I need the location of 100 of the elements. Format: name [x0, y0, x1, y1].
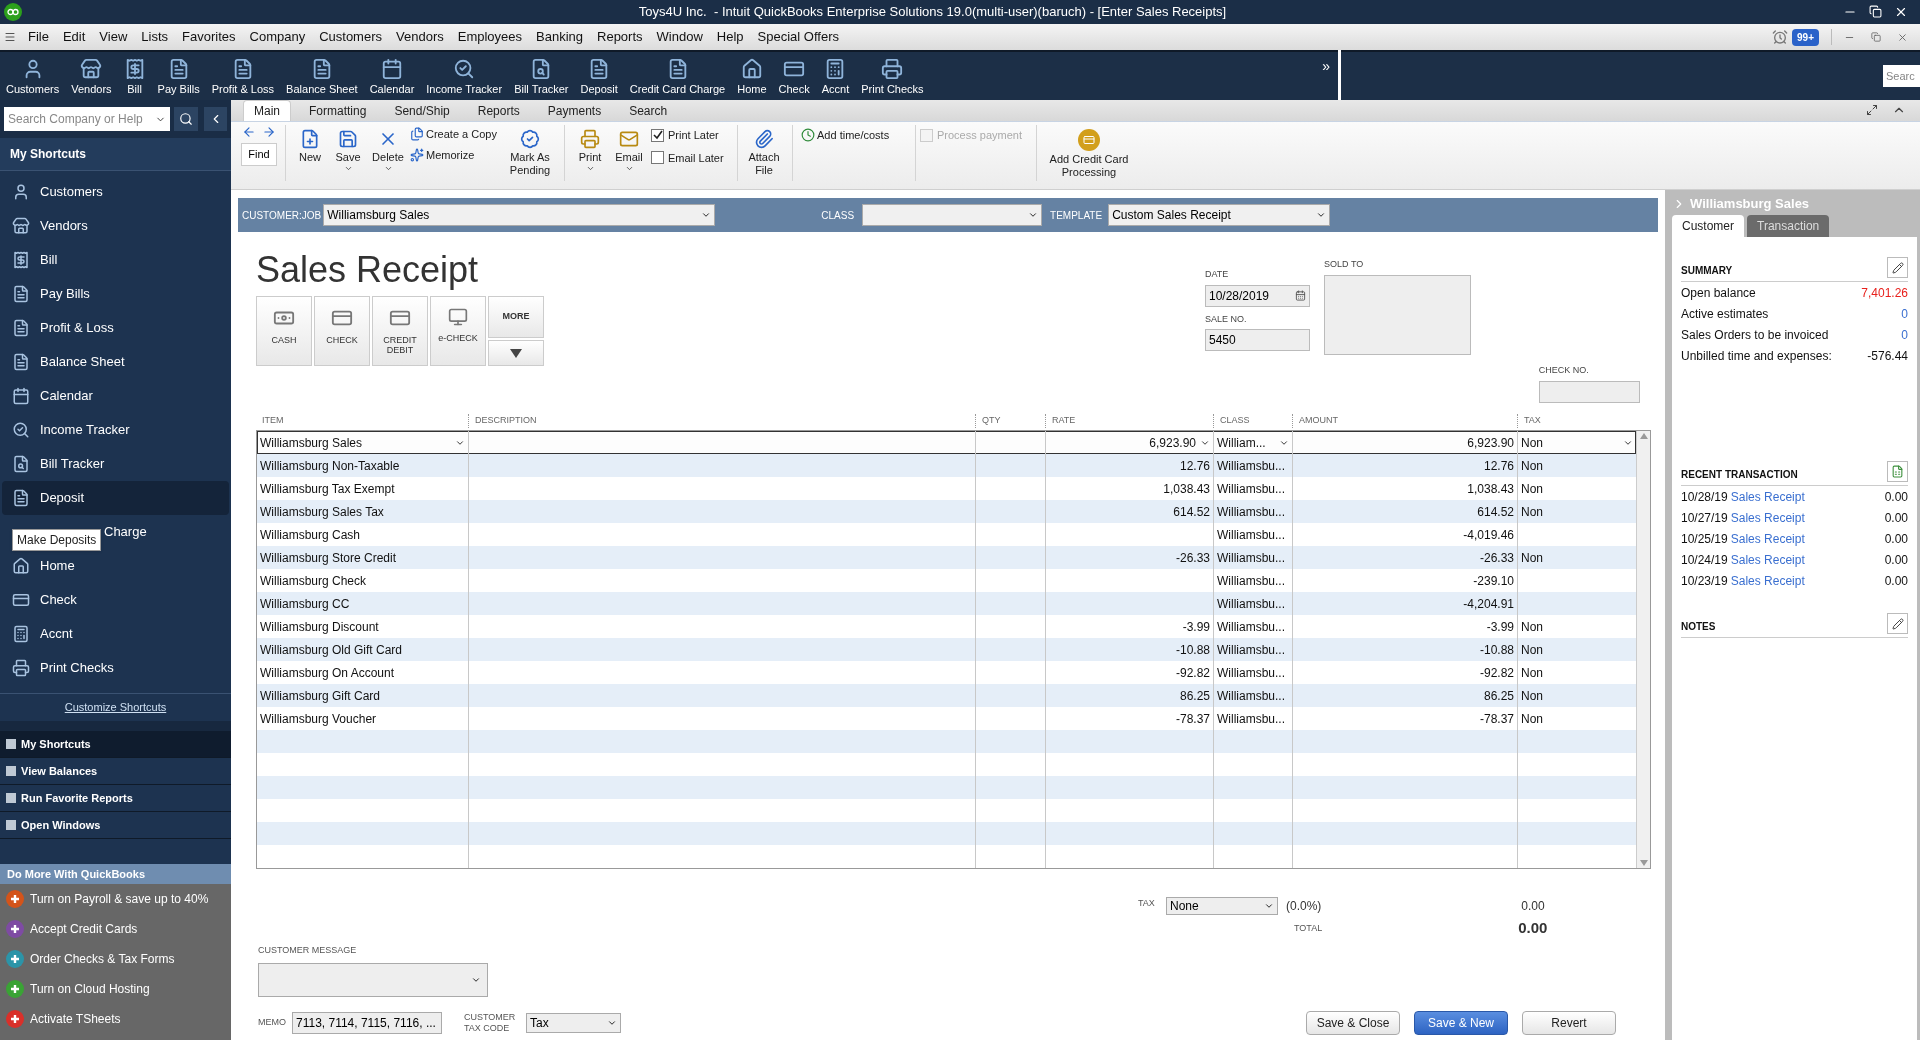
table-row[interactable]: Williamsburg Sales Tax 614.52 Williamsbu... 614.52 Non [257, 500, 1636, 523]
checkbox[interactable] [651, 128, 664, 142]
toolbar-button[interactable]: Customers [6, 58, 60, 96]
table-row[interactable]: Williamsburg Store Credit -26.33 Williamsbu... -26.33 Non [257, 546, 1636, 569]
action-button[interactable]: Revert [1522, 1011, 1616, 1035]
transaction-link[interactable]: Sales Receipt [1730, 571, 1805, 590]
menu-item[interactable]: Favorites [182, 27, 236, 47]
ribbon-button[interactable]: Attach File [744, 125, 784, 177]
sidebar-item[interactable]: Vendors [2, 209, 229, 243]
menu-item[interactable]: Special Offers [757, 27, 839, 47]
menu-item[interactable]: Edit [62, 27, 86, 47]
sidebar-item[interactable]: Deposit [2, 481, 229, 515]
expand-icon[interactable] [1866, 104, 1878, 116]
sidebar-item[interactable]: Make Deposits Charge [2, 515, 229, 549]
menu-icon[interactable] [4, 31, 16, 43]
transaction-link[interactable]: Sales Receipt [1730, 487, 1805, 506]
table-row[interactable]: Williamsburg Gift Card 86.25 Williamsbu... 86.25 Non [257, 684, 1636, 707]
menu-item[interactable]: Company [249, 27, 306, 47]
ribbon-button[interactable]: Delete [366, 125, 410, 173]
ribbon-tab[interactable]: Search [619, 100, 678, 121]
sidebar-item[interactable]: Balance Sheet [2, 345, 229, 379]
search-field[interactable]: Search Company or Help [4, 107, 170, 131]
collapse-button[interactable] [204, 107, 227, 131]
memorize-button[interactable]: Memorize [410, 146, 504, 163]
ribbon-tab[interactable]: Send/Ship [384, 100, 460, 121]
reminders-badge[interactable]: 99+ [1792, 28, 1819, 46]
ribbon-tab[interactable]: Main [243, 100, 291, 121]
payment-method-button[interactable]: CASH [256, 296, 312, 366]
ribbon-tab[interactable]: Reports [467, 100, 530, 121]
sidebar-item[interactable]: Customers [2, 175, 229, 209]
summary-value[interactable]: 0 [1901, 304, 1908, 323]
edit-button[interactable] [1887, 257, 1908, 278]
add-time-costs-button[interactable]: Add time/costs [801, 125, 911, 144]
tax-code-dropdown[interactable]: Tax [526, 1013, 621, 1033]
more-dropdown-button[interactable] [488, 340, 544, 366]
ribbon-button[interactable]: New [290, 125, 330, 164]
scroll-up-arrow-icon[interactable] [1639, 433, 1648, 439]
alarm-clock-icon[interactable] [1772, 29, 1789, 45]
close-icon[interactable] [1894, 5, 1908, 19]
sidebar-section[interactable]: My Shortcuts [0, 731, 231, 758]
sidebar-item[interactable]: Home [2, 549, 229, 583]
scroll-down-arrow-icon[interactable] [1639, 860, 1648, 866]
payment-method-button[interactable]: CHECK [314, 296, 370, 366]
menu-item[interactable]: Employees [457, 27, 523, 47]
search-button[interactable] [174, 107, 199, 131]
menu-item[interactable]: Reports [597, 27, 643, 47]
toolbar-button[interactable]: Pay Bills [157, 58, 200, 96]
more-chevron[interactable]: » [1322, 56, 1330, 77]
menu-item[interactable]: Vendors [396, 27, 444, 47]
memo-field[interactable]: 7113, 7114, 7115, 7116, ... [292, 1012, 442, 1034]
restore-icon[interactable] [1869, 5, 1882, 18]
template-dropdown[interactable]: Custom Sales Receipt [1108, 204, 1331, 226]
transaction-link[interactable]: Sales Receipt [1730, 550, 1805, 569]
sidebar-item[interactable]: Profit & Loss [2, 311, 229, 345]
toolbar-button[interactable]: Income Tracker [426, 58, 503, 96]
transaction-link[interactable]: Sales Receipt [1730, 529, 1805, 548]
search-field[interactable]: Searc [1883, 65, 1920, 87]
sales-tax-rate-dropdown[interactable]: None [1166, 897, 1278, 915]
find-button[interactable]: Find [241, 143, 277, 166]
promo-item[interactable]: Turn on Cloud Hosting [0, 974, 231, 1004]
table-row[interactable]: Williamsburg Sales 6,923.90 William... 6,923.90 Non [257, 431, 1636, 454]
toolbar-button[interactable]: Vendors [71, 58, 112, 96]
menu-item[interactable]: Customers [319, 27, 382, 47]
ribbon-button[interactable]: Add Credit Card Processing [1041, 125, 1137, 179]
sidebar-item[interactable]: Accnt [2, 617, 229, 651]
table-row[interactable]: Williamsburg CC Williamsbu... -4,204.91 [257, 592, 1636, 615]
ribbon-tab[interactable]: Payments [537, 100, 612, 121]
toolbar-button[interactable]: Accnt [821, 58, 850, 96]
menu-item[interactable]: View [99, 27, 128, 47]
checkbox[interactable] [651, 151, 664, 165]
action-button[interactable]: Save & New [1414, 1011, 1508, 1035]
sidebar-item[interactable]: Bill Tracker [2, 447, 229, 481]
toolbar-button[interactable]: Balance Sheet [286, 58, 358, 96]
sold-to-field[interactable] [1324, 274, 1471, 355]
payment-method-button[interactable]: e-CHECK [430, 296, 486, 366]
toolbar-button[interactable]: Credit Card Charge [629, 58, 726, 96]
more-button[interactable]: MORE [488, 296, 544, 338]
ribbon-tab[interactable]: Formatting [299, 100, 377, 121]
menu-item[interactable]: Banking [536, 27, 583, 47]
customer-job-dropdown[interactable]: Williamsburg Sales [323, 204, 716, 226]
action-button[interactable]: Save & Close [1306, 1011, 1400, 1035]
scrollbar[interactable] [1636, 431, 1650, 868]
panel-tab[interactable]: Transaction [1747, 215, 1830, 237]
report-button[interactable] [1887, 461, 1908, 482]
toolbar-button[interactable]: Bill [123, 58, 146, 96]
payment-method-button[interactable]: CREDIT DEBIT [372, 296, 428, 366]
promo-item[interactable]: Order Checks & Tax Forms [0, 944, 231, 974]
customize-shortcuts-link[interactable]: Customize Shortcuts [64, 699, 167, 716]
ribbon-button[interactable]: Print [573, 125, 607, 173]
toolbar-button[interactable]: Print Checks [861, 58, 924, 96]
promo-item[interactable]: Activate TSheets [0, 1004, 231, 1034]
sale-number-field[interactable]: 5450 [1205, 329, 1311, 351]
toolbar-button[interactable]: Home [737, 58, 767, 96]
menu-item[interactable]: Window [656, 27, 703, 47]
toolbar-button[interactable]: Calendar [369, 58, 415, 96]
ribbon-button[interactable]: Email [607, 125, 651, 173]
check-number-field[interactable] [1538, 380, 1640, 403]
table-row[interactable]: Williamsburg Old Gift Card -10.88 Williamsbu... -10.88 Non [257, 638, 1636, 661]
panel-tab[interactable]: Customer [1672, 215, 1744, 237]
create-copy-button[interactable]: Create a Copy [410, 126, 504, 143]
